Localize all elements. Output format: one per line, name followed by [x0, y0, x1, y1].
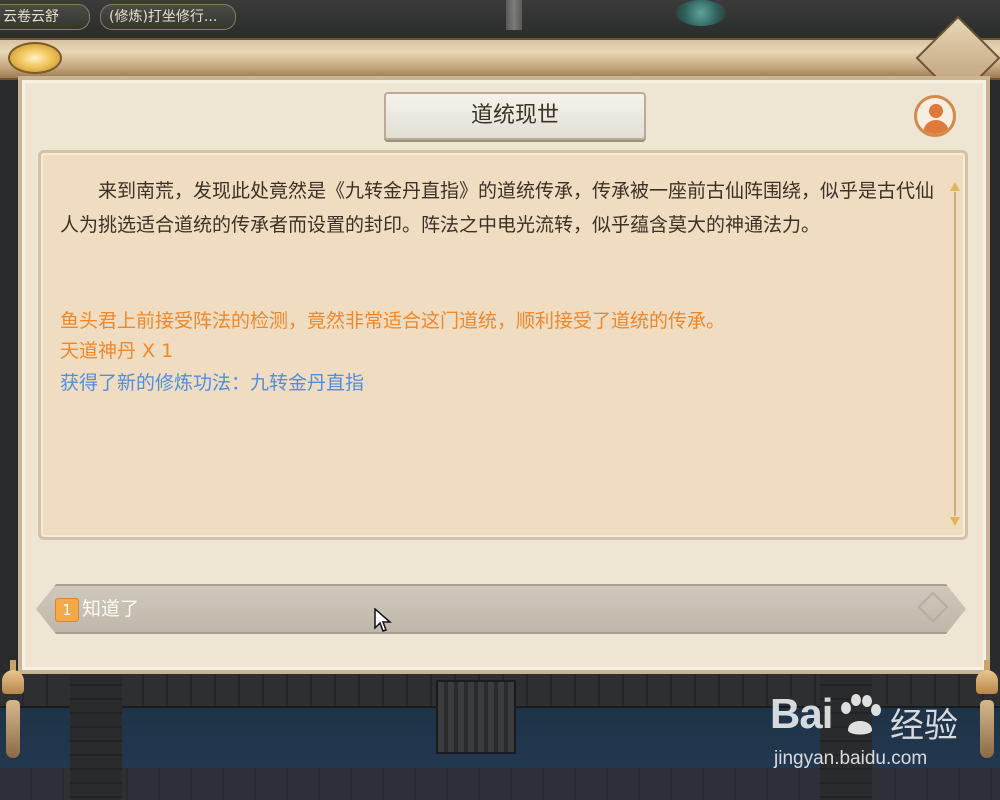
hud-glow-orb: [676, 0, 726, 26]
option-number-badge: 1: [55, 598, 79, 622]
mouse-cursor-icon: [374, 608, 392, 632]
result-line-skill: 获得了新的修炼功法：九转金丹直指: [60, 372, 365, 394]
hud-light-beam: [506, 0, 522, 30]
watermark-logo-text: Bai: [770, 690, 833, 737]
scene-gate: [436, 680, 516, 754]
scrollbar-track[interactable]: [954, 192, 956, 516]
scroll-up-icon[interactable]: [950, 182, 960, 191]
dialog-title: 道统现世: [384, 92, 646, 140]
option-label[interactable]: 知道了: [82, 594, 139, 624]
hud-tab-left[interactable]: 云卷云舒: [0, 4, 90, 30]
scene-right-wall: [990, 40, 1000, 680]
watermark-brand-text: 经验: [890, 706, 958, 746]
scroll-rod-cap-left: [8, 42, 62, 74]
scene-pillar: [70, 672, 122, 800]
result-line-success: 鱼头君上前接受阵法的检测，竟然非常适合这门道统，顺利接受了道统的传承。: [60, 310, 726, 332]
text-scrollbar[interactable]: [950, 182, 960, 526]
baidu-paw-icon: [841, 694, 881, 735]
hud-tab-cultivate[interactable]: (修炼)打坐修行...: [100, 4, 236, 30]
baidu-watermark: Bai 经验 jingyan.baidu.com: [770, 690, 990, 790]
option-button-acknowledge[interactable]: [36, 584, 966, 634]
watermark-url: jingyan.baidu.com: [774, 748, 928, 769]
avatar-button[interactable]: [914, 95, 956, 137]
scroll-rod: [0, 38, 1000, 80]
result-line-reward: 天道神丹 X 1: [60, 340, 174, 362]
scroll-down-icon[interactable]: [950, 517, 960, 526]
story-text: 来到南荒，发现此处竟然是《九转金丹直指》的道统传承，传承被一座前古仙阵围绕，似乎…: [60, 180, 935, 236]
